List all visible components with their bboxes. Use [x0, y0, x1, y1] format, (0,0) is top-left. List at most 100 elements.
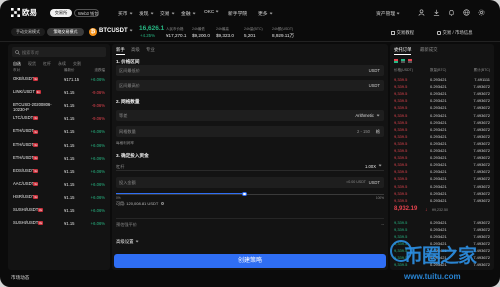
grid-count-field[interactable]: 2 - 150 格 — [116, 126, 384, 137]
pair-search-input[interactable] — [22, 47, 102, 57]
advanced-settings-toggle[interactable]: 高级设置 — [116, 239, 139, 245]
bids-view-icon[interactable] — [401, 59, 405, 63]
last-price: ¥1.15 — [64, 155, 75, 161]
bid-row[interactable]: 9,339.5 0.293421 7.493672 — [390, 233, 494, 240]
transfer-icon[interactable] — [160, 201, 165, 206]
grid-count-input[interactable] — [119, 126, 319, 137]
grid-type-select[interactable]: 等差 Arithmetic — [116, 110, 384, 121]
market-info-link[interactable]: 交易 / 市场信息 — [437, 30, 473, 36]
pair-search-field[interactable] — [12, 47, 106, 57]
invest-amount-input[interactable] — [119, 177, 319, 188]
ask-row[interactable]: 9,339.5 0.293421 7.493672 — [390, 112, 494, 119]
globe-icon[interactable] — [463, 9, 470, 16]
column-header-price[interactable]: 最新价 — [64, 68, 75, 73]
ask-row[interactable]: 9,339.5 0.293421 7.493672 — [390, 90, 494, 97]
invest-amount-field[interactable]: ≈0.00 USDT USDT — [116, 177, 384, 188]
market-row[interactable]: ETH/USDT 3x ¥1.15 +6.06% — [8, 140, 110, 153]
invest-slider[interactable] — [116, 191, 384, 197]
ask-row[interactable]: 9,339.5 0.293421 7.493672 — [390, 104, 494, 111]
ask-row[interactable]: 9,339.5 0.293421 7.493672 — [390, 168, 494, 175]
asks-view-icon[interactable] — [408, 59, 412, 63]
download-icon[interactable] — [433, 9, 440, 16]
tab-spot[interactable]: 现货 — [28, 61, 36, 67]
settings-icon[interactable] — [478, 9, 485, 16]
tab-beginner[interactable]: 新手 — [116, 47, 125, 53]
order-amount: 0.293421 — [430, 227, 447, 232]
market-news-link[interactable]: 市场动态 — [11, 275, 29, 281]
user-icon[interactable] — [418, 9, 425, 16]
both-sides-view-icon[interactable] — [394, 59, 398, 63]
ask-row[interactable]: 9,339.5 0.293421 7.493672 — [390, 183, 494, 190]
nav-discover[interactable]: 发现 — [139, 10, 154, 17]
leverage-row[interactable]: 杠杆 1.00X — [116, 161, 384, 171]
ask-row[interactable]: 9,339.5 0.293421 7.493672 — [390, 190, 494, 197]
slider-handle[interactable] — [242, 191, 247, 197]
logo-text[interactable]: 欧易 — [22, 7, 37, 18]
market-row[interactable]: AAC/USDT 3x ¥1.15 +6.06% — [8, 179, 110, 192]
last-price: ¥1.15 — [64, 181, 75, 187]
nav-okc[interactable]: OKC — [204, 9, 220, 16]
tab-advanced[interactable]: 高级 — [131, 47, 140, 53]
tab-exchange[interactable]: 交易所 — [50, 9, 72, 17]
symbol-selector[interactable]: BTCUSDT — [99, 28, 133, 34]
market-row[interactable]: ETH/USDT 3x ¥1.15 +6.06% — [8, 153, 110, 166]
tab-order-book[interactable]: 委托订单 — [394, 47, 412, 53]
order-price: 9,339.5 — [394, 77, 408, 82]
nav-trade[interactable]: 交易 — [160, 10, 175, 17]
mid-price-fiat: ¥9,232.50 — [432, 207, 448, 212]
okx-logo-icon[interactable] — [11, 8, 20, 17]
market-row[interactable]: SUSHI/USDT 3x ¥1.15 +6.06% — [8, 205, 110, 218]
tab-web3-wallet[interactable]: Web3 钱包 — [74, 9, 99, 17]
ask-row[interactable]: 9,339.5 0.293421 7.493672 — [390, 161, 494, 168]
price-high-field[interactable]: USDT — [116, 80, 384, 91]
ask-row[interactable]: 9,339.5 0.293421 7.493672 — [390, 83, 494, 90]
nav-label: 交易 — [160, 12, 170, 17]
price-high-input[interactable] — [119, 80, 319, 91]
tab-recent-trades[interactable]: 最新成交 — [420, 47, 438, 53]
asset-management-menu[interactable]: 资产管理 — [376, 10, 400, 17]
leverage-tag: 3x — [33, 77, 39, 82]
tab-margin[interactable]: 杠杆 — [43, 61, 51, 67]
column-header-change[interactable]: 涨跌幅 — [95, 68, 106, 73]
tab-pro[interactable]: 专业 — [146, 47, 155, 53]
ask-row[interactable]: 9,339.5 0.293421 7.493672 — [390, 147, 494, 154]
create-strategy-button[interactable]: 创建策略 — [114, 254, 386, 268]
ask-row[interactable]: 9,339.5 0.293421 7.493672 — [390, 175, 494, 182]
tab-perpetual[interactable]: 永续 — [58, 61, 66, 67]
bid-row[interactable]: 9,339.5 0.293421 7.493672 — [390, 226, 494, 233]
ask-row[interactable]: 9,339.5 0.293421 7.493672 — [390, 197, 494, 204]
market-row[interactable]: EOS/USDT 3x ¥1.15 +6.06% — [8, 166, 110, 179]
tutorial-link[interactable]: 交易教程 — [391, 30, 414, 36]
bid-row[interactable]: 9,339.5 0.293421 7.493672 — [390, 219, 494, 226]
bell-icon[interactable] — [448, 9, 455, 16]
ask-row[interactable]: 9,339.5 0.293421 7.493672 — [390, 133, 494, 140]
order-price: 9,339.5 — [394, 112, 408, 118]
market-row[interactable]: SUSHI/USDT 3x ¥1.15 +6.06% — [8, 218, 110, 231]
order-amount: 0.293421 — [430, 112, 447, 118]
price-low-input[interactable] — [119, 65, 319, 76]
market-row[interactable]: OKB/USDT 3x ¥171.15 +6.06% — [8, 74, 110, 87]
price-low-field[interactable]: USDT — [116, 65, 384, 76]
nav-buy-crypto[interactable]: 买币 — [118, 10, 133, 17]
ask-row[interactable]: 9,339.5 0.293421 7.493672 — [390, 119, 494, 126]
ask-row[interactable]: 9,339.5 0.293421 7.493672 — [390, 154, 494, 161]
market-info-label: 交易 / 市场信息 — [442, 30, 473, 35]
tab-favorites[interactable]: 自选 — [13, 61, 21, 67]
tab-futures[interactable]: 交割 — [73, 61, 81, 67]
market-row[interactable]: LINK/USDT 3x ¥1.15 -9.06% — [8, 87, 110, 100]
ask-row[interactable]: 9,339.5 0.293421 7.491111 — [390, 76, 494, 83]
nav-finance[interactable]: 金融 — [181, 10, 196, 17]
strategy-trading-mode-button[interactable]: 策略交易模式 — [47, 28, 84, 36]
ask-row[interactable]: 9,339.5 0.293421 7.493672 — [390, 97, 494, 104]
market-row[interactable]: ETH/USDT 3x ¥1.15 +6.06% — [8, 126, 110, 139]
nav-more[interactable]: 更多 — [258, 10, 273, 17]
market-row[interactable]: LTC/USDT 3x ¥1.15 -9.06% — [8, 113, 110, 126]
market-row[interactable]: HSR/USDT 3x ¥1.15 +6.06% — [8, 192, 110, 205]
nav-label: OKC — [204, 10, 215, 16]
manual-trading-mode-button[interactable]: 手动交易模式 — [11, 28, 45, 36]
nav-academy[interactable]: 新手学院 — [228, 10, 247, 17]
column-header-pair[interactable]: 币对 — [13, 68, 20, 73]
market-row[interactable]: BTCUSD-20200806-10230-P ¥1.15 -9.06% — [8, 100, 110, 113]
ask-row[interactable]: 9,339.5 0.293421 7.493672 — [390, 140, 494, 147]
ask-row[interactable]: 9,339.5 0.293421 7.493672 — [390, 126, 494, 133]
